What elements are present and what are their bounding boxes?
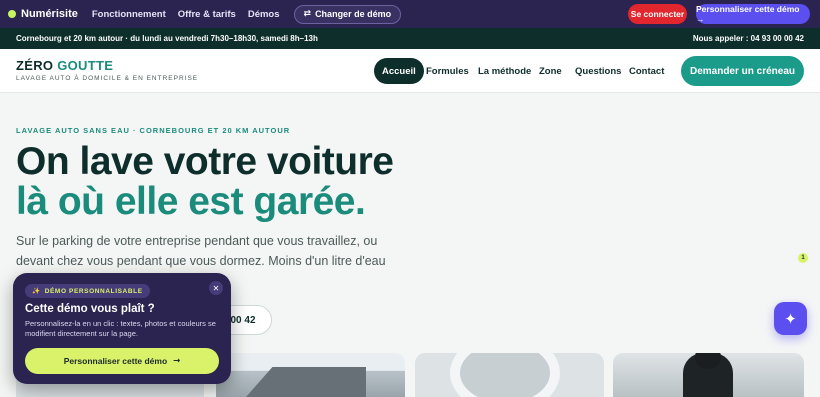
nav-item-questions[interactable]: Questions — [575, 58, 621, 84]
logo-part2: GOUTTE — [57, 58, 114, 73]
popup-badge: ✨ DÉMO PERSONNALISABLE — [25, 284, 150, 298]
photo-card-mirror — [415, 353, 604, 397]
popup-badge-label: DÉMO PERSONNALISABLE — [44, 287, 143, 295]
nav-item-formules[interactable]: Formules — [426, 58, 469, 84]
logo[interactable]: ZÉRO GOUTTE — [16, 58, 113, 73]
photo-card-washer — [613, 353, 804, 397]
sparkle-icon: ✦ — [784, 309, 797, 328]
logo-part1: ZÉRO — [16, 58, 54, 73]
popup-button-label: Personnaliser cette démo — [63, 356, 168, 366]
popup-personalize-button[interactable]: Personnaliser cette démo → — [25, 348, 219, 374]
close-icon[interactable]: ✕ — [209, 281, 223, 295]
login-button[interactable]: Se connecter — [628, 4, 687, 24]
nav-item-accueil[interactable]: Accueil — [374, 58, 424, 84]
demo-brand[interactable]: Numérisite — [21, 8, 78, 20]
logo-tagline: LAVAGE AUTO À DOMICILE & EN ENTREPRISE — [16, 75, 199, 82]
demo-link-offre[interactable]: Offre & tarifs — [178, 9, 236, 20]
hero-title-line1: On lave votre voiture — [16, 140, 394, 183]
hero-lead-line1: Sur le parking de votre entreprise penda… — [16, 234, 378, 248]
sparkle-icon: ✨ — [32, 287, 41, 295]
opening-hours: Cornebourg et 20 km autour · du lundi au… — [16, 34, 318, 43]
phone-link[interactable]: Nous appeler : 04 93 00 00 42 — [693, 34, 804, 43]
hero-title-line2: là où elle est garée. — [16, 180, 366, 223]
hero-eyebrow: LAVAGE AUTO SANS EAU · CORNEBOURG ET 20 … — [16, 126, 291, 135]
annotation-marker: 1 — [798, 253, 808, 263]
nav-item-contact[interactable]: Contact — [629, 58, 664, 84]
info-bar: Cornebourg et 20 km autour · du lundi au… — [0, 28, 820, 49]
demo-popup: ✨ DÉMO PERSONNALISABLE ✕ Cette démo vous… — [13, 273, 231, 384]
demo-link-fonctionnement[interactable]: Fonctionnement — [92, 9, 166, 20]
request-slot-button[interactable]: Demander un créneau — [681, 56, 804, 86]
hero-lead-line2: devant chez vous pendant que vous dormez… — [16, 254, 386, 268]
nav-item-zone[interactable]: Zone — [539, 58, 562, 84]
main-nav: ZÉRO GOUTTE LAVAGE AUTO À DOMICILE & EN … — [0, 49, 820, 93]
personalize-demo-button[interactable]: Personnaliser cette démo → — [696, 4, 810, 24]
switch-demo-label: Changer de démo — [315, 9, 392, 19]
swap-arrows-icon: ⇄ — [303, 9, 312, 19]
brand-dot-icon — [8, 10, 16, 18]
photo-card-house — [216, 353, 405, 397]
sparkle-fab-button[interactable]: ✦ — [774, 302, 807, 335]
roof-shape — [246, 367, 366, 397]
switch-demo-button[interactable]: ⇄ Changer de démo — [293, 4, 402, 24]
popup-text: Personnalisez-la en un clic : textes, ph… — [25, 319, 216, 338]
popup-title: Cette démo vous plaît ? — [25, 303, 155, 315]
arrow-right-icon: → — [173, 356, 181, 366]
mirror-shape — [450, 353, 560, 397]
demo-link-demos[interactable]: Démos — [248, 9, 280, 20]
nav-item-methode[interactable]: La méthode — [478, 58, 531, 84]
